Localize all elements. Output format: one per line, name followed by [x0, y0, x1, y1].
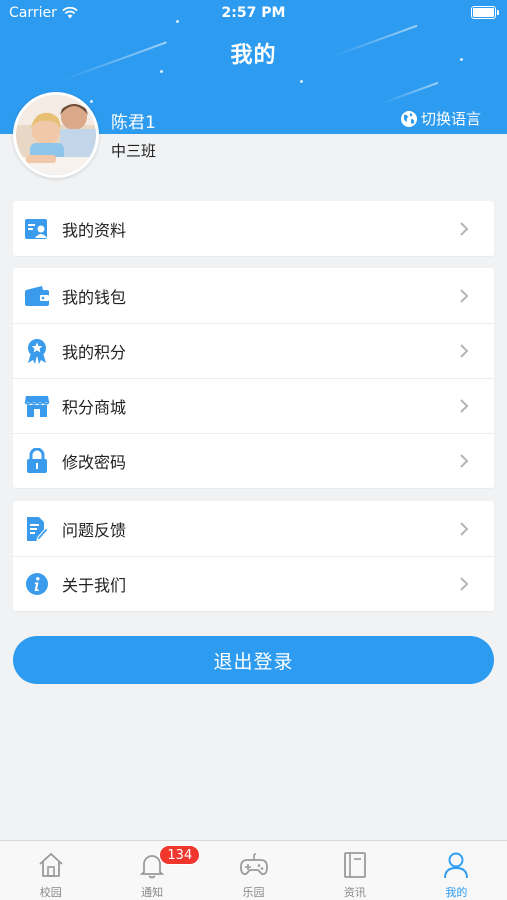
menu-item-label: 我的钱包: [62, 287, 127, 307]
gamepad-icon: [239, 850, 269, 880]
chevron-right-icon: [460, 576, 469, 591]
tab-mine[interactable]: 我的: [406, 841, 507, 900]
menu-item-change-password[interactable]: 修改密码: [13, 433, 494, 488]
tab-notifications[interactable]: 通知 134: [101, 841, 202, 900]
globe-icon: [400, 110, 417, 127]
menu-item-about-us[interactable]: 关于我们: [13, 556, 494, 611]
menu-group-support: 问题反馈 关于我们: [13, 501, 494, 611]
menu-group-account: 我的钱包 我的积分 积分商城 修改密码: [13, 268, 494, 488]
tab-bar: 校园 通知 134 乐园 资讯 我的: [0, 840, 507, 900]
menu-item-label: 我的积分: [62, 342, 127, 362]
switch-language-label: 切换语言: [420, 110, 481, 128]
switch-language-button[interactable]: 切换语言: [400, 108, 481, 129]
info-icon: [24, 571, 50, 597]
class-name: 中三班: [111, 142, 157, 160]
chevron-right-icon: [460, 343, 469, 358]
tab-label: 校园: [39, 886, 62, 899]
chevron-right-icon: [460, 521, 469, 536]
user-icon: [441, 850, 471, 880]
store-icon: [24, 393, 50, 419]
chevron-right-icon: [460, 398, 469, 413]
menu-item-points-store[interactable]: 积分商城: [13, 378, 494, 433]
logout-button[interactable]: 退出登录: [13, 636, 494, 684]
tab-news[interactable]: 资讯: [304, 841, 405, 900]
status-time: 2:57 PM: [221, 5, 286, 21]
chevron-right-icon: [460, 453, 469, 468]
status-bar: Carrier 2:57 PM: [0, 0, 507, 28]
menu-item-my-points[interactable]: 我的积分: [13, 323, 494, 378]
tab-campus[interactable]: 校园: [0, 841, 101, 900]
home-icon: [36, 850, 66, 880]
decor-star: [160, 70, 163, 73]
chevron-right-icon: [460, 288, 469, 303]
feedback-edit-icon: [24, 516, 50, 542]
menu-item-label: 问题反馈: [62, 520, 127, 540]
user-name: 陈君1: [111, 113, 156, 133]
decor-star: [300, 80, 303, 83]
tab-label: 通知: [141, 886, 164, 899]
menu-item-my-profile[interactable]: 我的资料: [13, 201, 494, 256]
page-title: 我的: [230, 43, 277, 68]
chevron-right-icon: [460, 221, 469, 236]
decor-star: [90, 100, 93, 103]
tab-label: 资讯: [343, 886, 366, 899]
menu-item-label: 积分商城: [62, 397, 127, 417]
award-medal-icon: [24, 338, 50, 364]
tab-label: 乐园: [242, 886, 265, 899]
book-icon: [340, 850, 370, 880]
tab-playground[interactable]: 乐园: [203, 841, 304, 900]
wallet-icon: [24, 283, 50, 309]
menu-item-feedback[interactable]: 问题反馈: [13, 501, 494, 556]
notification-count-badge: 134: [159, 845, 201, 865]
avatar[interactable]: [13, 92, 99, 178]
menu-group-profile: 我的资料: [13, 201, 494, 256]
menu-item-label: 我的资料: [62, 220, 127, 240]
decor-streak: [381, 81, 439, 105]
menu-item-label: 修改密码: [62, 452, 127, 472]
lock-icon: [24, 447, 50, 474]
tab-label: 我的: [445, 886, 468, 899]
menu-item-label: 关于我们: [62, 575, 127, 595]
child-photo-avatar: [16, 95, 96, 175]
battery-icon: [471, 6, 499, 19]
profile-card-icon: [24, 216, 50, 242]
menu-item-my-wallet[interactable]: 我的钱包: [13, 268, 494, 323]
